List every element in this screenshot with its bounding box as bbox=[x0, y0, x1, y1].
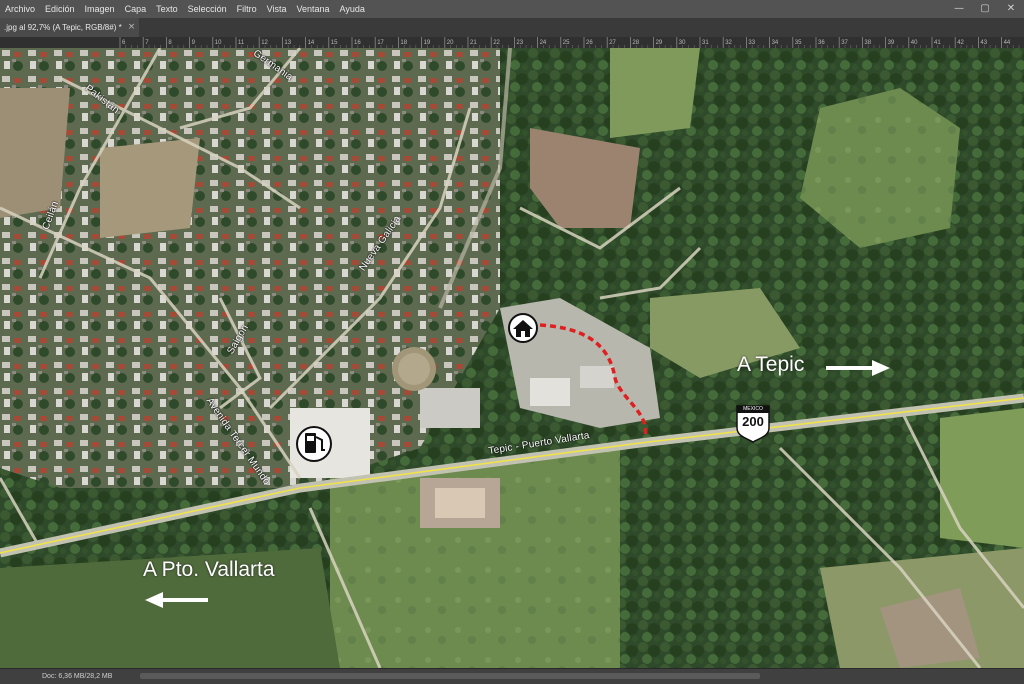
ruler-tick-label: 9 bbox=[192, 40, 196, 46]
label-a-pto-vallarta: A Pto. Vallarta bbox=[143, 558, 275, 581]
ruler-tick-label: 20 bbox=[447, 40, 454, 46]
menu-imagen[interactable]: Imagen bbox=[80, 0, 120, 18]
menu-texto[interactable]: Texto bbox=[151, 0, 183, 18]
image-canvas[interactable]: MEXICO 200 Germania Pakistán Ceilán Nuev… bbox=[0, 48, 1024, 668]
ruler-tick-label: 39 bbox=[888, 40, 895, 46]
menu-seleccion[interactable]: Selección bbox=[183, 0, 232, 18]
maximize-icon[interactable]: ▢ bbox=[972, 0, 998, 18]
window-controls: — ▢ ✕ bbox=[946, 0, 1024, 18]
ruler-tick-label: 28 bbox=[632, 40, 639, 46]
status-bar: Doc: 6,36 MB/28,2 MB bbox=[0, 668, 1024, 684]
ruler-tick-label: 25 bbox=[563, 40, 570, 46]
shield-top-text: MEXICO bbox=[743, 406, 763, 412]
ruler-tick-label: 26 bbox=[586, 40, 593, 46]
ruler-tick-label: 23 bbox=[516, 40, 523, 46]
ruler-tick-label: 41 bbox=[934, 40, 941, 46]
label-a-tepic: A Tepic bbox=[737, 353, 805, 376]
menu-filtro[interactable]: Filtro bbox=[232, 0, 262, 18]
ruler-tick-label: 8 bbox=[168, 40, 172, 46]
ruler-tick-label: 34 bbox=[772, 40, 779, 46]
document-tab-title: .jpg al 92,7% (A Tepic, RGB/8#) * bbox=[4, 23, 122, 32]
ruler-tick-label: 40 bbox=[911, 40, 918, 46]
ruler-tick-label: 12 bbox=[261, 40, 268, 46]
ruler-tick-label: 27 bbox=[609, 40, 616, 46]
ruler-tick-label: 37 bbox=[841, 40, 848, 46]
close-window-icon[interactable]: ✕ bbox=[998, 0, 1024, 18]
document-tab[interactable]: .jpg al 92,7% (A Tepic, RGB/8#) * × bbox=[0, 18, 140, 37]
house-icon[interactable] bbox=[508, 313, 538, 343]
ruler-tick-label: 17 bbox=[377, 40, 384, 46]
menu-vista[interactable]: Vista bbox=[262, 0, 292, 18]
ruler-tick-label: 35 bbox=[795, 40, 802, 46]
ruler-tick-label: 22 bbox=[493, 40, 500, 46]
ruler-tick-label: 43 bbox=[980, 40, 987, 46]
ruler-tick-label: 33 bbox=[748, 40, 755, 46]
ruler-tick-label: 11 bbox=[238, 40, 245, 46]
menu-bar: Archivo Edición Imagen Capa Texto Selecc… bbox=[0, 0, 1024, 18]
ruler-tick-label: 32 bbox=[725, 40, 732, 46]
ruler-tick-label: 7 bbox=[145, 40, 149, 46]
ruler-tick-label: 29 bbox=[656, 40, 663, 46]
menu-archivo[interactable]: Archivo bbox=[0, 0, 40, 18]
menu-capa[interactable]: Capa bbox=[120, 0, 152, 18]
ruler-tick-label: 15 bbox=[331, 40, 338, 46]
shield-number: 200 bbox=[742, 414, 764, 429]
menu-edicion[interactable]: Edición bbox=[40, 0, 80, 18]
ruler-tick-label: 10 bbox=[215, 40, 222, 46]
ruler-tick-label: 42 bbox=[957, 40, 964, 46]
ruler-tick-label: 21 bbox=[470, 40, 477, 46]
ruler-tick-label: 24 bbox=[540, 40, 547, 46]
ruler-tick-label: 19 bbox=[424, 40, 431, 46]
ruler-tick-label: 18 bbox=[400, 40, 407, 46]
ruler-tick-label: 36 bbox=[818, 40, 825, 46]
ruler-tick-label: 16 bbox=[354, 40, 361, 46]
ruler-tick-label: 30 bbox=[679, 40, 686, 46]
minimize-icon[interactable]: — bbox=[946, 0, 972, 18]
ruler-tick-label: 38 bbox=[864, 40, 871, 46]
ruler-tick-label: 14 bbox=[308, 40, 315, 46]
ruler-tick-label: 6 bbox=[122, 40, 126, 46]
menu-ventana[interactable]: Ventana bbox=[292, 0, 335, 18]
menu-ayuda[interactable]: Ayuda bbox=[335, 0, 370, 18]
ruler-ticks: 6 7 8 9 10 11 12 13 14 15 16 17 18 19 20 21 22 23 24 25 26 27… bbox=[119, 37, 1020, 48]
gas-station-icon[interactable] bbox=[296, 426, 332, 462]
ruler-tick-label: 44 bbox=[1004, 40, 1011, 46]
document-tab-bar: .jpg al 92,7% (A Tepic, RGB/8#) * × bbox=[0, 18, 1024, 37]
tab-close-icon[interactable]: × bbox=[128, 18, 136, 37]
ruler-tick-label: 13 bbox=[284, 40, 291, 46]
horizontal-scrollbar[interactable] bbox=[140, 673, 760, 679]
status-doc-size[interactable]: Doc: 6,36 MB/28,2 MB bbox=[42, 673, 112, 680]
ruler-tick-label: 31 bbox=[702, 40, 709, 46]
